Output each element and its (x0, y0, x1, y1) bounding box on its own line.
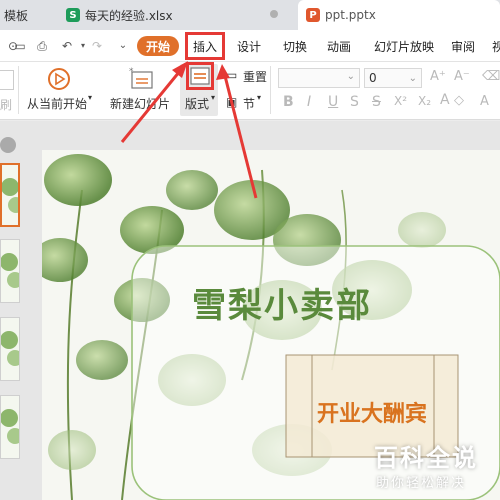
watermark-logo: 百科全说 助你轻松解决 (366, 436, 498, 498)
watermark-title: 百科全说 (374, 444, 478, 472)
watermark-subtitle: 助你轻松解决 (376, 476, 467, 491)
annotation-arrows (120, 61, 258, 199)
